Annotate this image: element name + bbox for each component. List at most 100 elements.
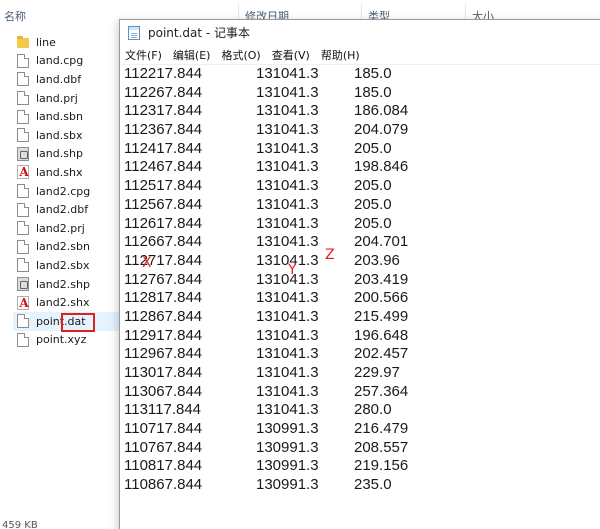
file-name: land2.dbf	[36, 203, 89, 217]
y-value: 131041.3	[256, 345, 319, 363]
z-value: 205.0	[354, 139, 392, 157]
z-value: 215.499	[354, 307, 409, 325]
y-value: 131041.3	[256, 195, 319, 213]
menu-format[interactable]: 格式(O)	[221, 47, 260, 63]
file-name: land2.shx	[36, 296, 90, 310]
y-value: 131041.3	[256, 177, 319, 195]
file-item[interactable]: land2.shp	[17, 275, 123, 294]
file-name: land.dbf	[36, 72, 82, 86]
notepad-icon	[128, 25, 140, 40]
x-value: 113017.844	[124, 364, 203, 381]
y-value: 131041.3	[256, 214, 319, 232]
x-value: 112917.844	[124, 326, 203, 344]
file-icon	[17, 202, 29, 217]
y-value: 131041.3	[256, 102, 319, 120]
file-icon	[17, 332, 29, 347]
x-value: 112317.844	[124, 102, 203, 120]
x-value: 113067.844	[124, 382, 203, 400]
x-value: 112817.844	[124, 289, 203, 307]
y-value: 131041.3	[256, 65, 319, 82]
file-item[interactable]: land2.prj	[17, 219, 123, 238]
menu-file[interactable]: 文件(F)	[125, 47, 162, 63]
z-value: 204.079	[354, 121, 409, 139]
file-icon	[17, 128, 29, 143]
file-item[interactable]: land.shp	[17, 145, 123, 164]
notepad-titlebar[interactable]: point.dat - 记事本	[120, 20, 600, 45]
z-value: 186.084	[354, 102, 409, 120]
y-value: 131041.3	[256, 326, 319, 344]
file-name: line	[36, 35, 56, 49]
file-name: land2.shp	[36, 277, 90, 291]
file-item[interactable]: point.xyz	[17, 331, 123, 350]
y-value: 130991.3	[256, 476, 319, 494]
x-value: 112517.844	[124, 177, 203, 195]
menu-view[interactable]: 查看(V)	[272, 47, 310, 63]
y-value: 131041.3	[256, 401, 319, 419]
x-value: 112617.844	[124, 214, 203, 232]
y-value: 131041.3	[256, 233, 319, 251]
z-value: 196.648	[354, 326, 409, 344]
window-title: point.dat - 记事本	[148, 26, 251, 40]
file-item[interactable]: land2.dbf	[17, 200, 123, 219]
text-editor[interactable]: 112217.844 131041.3 185.0 112267.844 131041.…	[120, 64, 600, 529]
z-value: 203.419	[354, 270, 409, 288]
shx-file-icon	[17, 165, 30, 180]
z-value: 198.846	[354, 158, 409, 176]
file-name: land.shp	[36, 147, 83, 161]
file-item[interactable]: line	[17, 33, 123, 52]
z-value: 200.566	[354, 289, 409, 307]
file-item[interactable]: land.prj	[17, 89, 123, 108]
y-value: 131041.3	[256, 158, 319, 176]
file-name: land2.prj	[36, 221, 85, 235]
z-value: 280.0	[354, 401, 392, 419]
folder-icon	[17, 36, 29, 49]
file-item[interactable]: land2.cpg	[17, 182, 123, 201]
file-item[interactable]: land.sbx	[17, 126, 123, 145]
file-icon	[17, 53, 29, 68]
z-value: 204.701	[354, 233, 409, 251]
y-value: 131041.3	[256, 364, 319, 381]
menu-edit[interactable]: 编辑(E)	[173, 47, 211, 63]
z-value: 229.97	[354, 364, 400, 381]
status-bar-size: 459 KB	[2, 520, 38, 529]
x-value: 110817.844	[124, 457, 203, 475]
file-icon	[17, 314, 29, 329]
z-value: 185.0	[354, 65, 392, 82]
y-value: 131041.3	[256, 121, 319, 139]
file-icon	[17, 109, 29, 124]
file-item[interactable]: land2.shx	[17, 293, 123, 312]
shp-file-icon	[17, 277, 29, 292]
column-header-name[interactable]: 名称	[4, 8, 26, 24]
x-value: 112667.844	[124, 233, 203, 251]
x-value: 112567.844	[124, 195, 203, 213]
z-value: 202.457	[354, 345, 409, 363]
z-value: 208.557	[354, 438, 409, 456]
menu-bar: 文件(F) 编辑(E) 格式(O) 查看(V) 帮助(H)	[120, 45, 600, 64]
file-item[interactable]: land.dbf	[17, 70, 123, 89]
file-name: land.shx	[36, 165, 83, 179]
x-value: 110767.844	[124, 438, 203, 456]
file-list: line land.cpg land.dbf land.prj land.sbn land…	[13, 33, 123, 350]
y-value: 131041.3	[256, 289, 319, 307]
z-value: 205.0	[354, 177, 392, 195]
file-item[interactable]: land.sbn	[17, 107, 123, 126]
annotation-z-label: Z	[325, 247, 335, 263]
file-name: land.prj	[36, 91, 78, 105]
file-name: point.xyz	[36, 333, 87, 347]
file-item[interactable]: land.shx	[17, 163, 123, 182]
x-value: 112367.844	[124, 121, 203, 139]
x-value: 112417.844	[124, 139, 203, 157]
file-item[interactable]: land.cpg	[17, 52, 123, 71]
menu-help[interactable]: 帮助(H)	[321, 47, 360, 63]
z-value: 235.0	[354, 476, 392, 494]
y-value: 131041.3	[256, 139, 319, 157]
file-name: land.sbx	[36, 128, 83, 142]
z-value: 257.364	[354, 382, 409, 400]
file-item[interactable]: land2.sbx	[17, 256, 123, 275]
annotation-y-label: Y	[288, 262, 297, 278]
x-value: 110717.844	[124, 420, 203, 438]
file-item[interactable]: land2.sbn	[17, 238, 123, 257]
file-name: land2.sbx	[36, 258, 90, 272]
y-value: 131041.3	[256, 307, 319, 325]
x-value: 110867.844	[124, 476, 203, 494]
